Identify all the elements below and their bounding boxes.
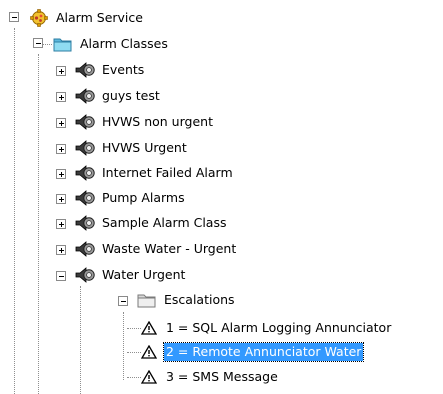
tree-line bbox=[127, 352, 141, 353]
open-folder-icon bbox=[52, 35, 74, 53]
alarm-speaker-icon bbox=[74, 87, 96, 105]
tree-node-label: Internet Failed Alarm bbox=[102, 165, 233, 180]
tree-node-label: Escalations bbox=[164, 292, 235, 307]
tree-node-label: Sample Alarm Class bbox=[102, 215, 227, 230]
tree-node-label: HVWS non urgent bbox=[102, 114, 213, 129]
warning-triangle-icon bbox=[140, 368, 158, 386]
expand-toggle[interactable] bbox=[56, 66, 66, 76]
tree-node-label: guys test bbox=[102, 88, 160, 103]
tree-node-label: HVWS Urgent bbox=[102, 140, 187, 155]
expand-toggle[interactable] bbox=[56, 118, 66, 128]
tree-node-escalation-item[interactable]: 1 = SQL Alarm Logging Annunciator bbox=[140, 318, 393, 338]
tree-line bbox=[127, 328, 141, 329]
open-folder-icon bbox=[136, 291, 158, 309]
alarm-speaker-icon bbox=[74, 164, 96, 182]
alarm-speaker-icon bbox=[74, 240, 96, 258]
tree-node-label: Pump Alarms bbox=[102, 190, 185, 205]
expand-toggle[interactable] bbox=[56, 245, 66, 255]
tree-node-alarm-class[interactable]: guys test bbox=[74, 86, 162, 106]
expand-toggle[interactable] bbox=[56, 92, 66, 102]
alarm-speaker-icon bbox=[74, 61, 96, 79]
alarm-speaker-icon bbox=[74, 266, 96, 284]
tree-node-alarm-class[interactable]: Sample Alarm Class bbox=[74, 213, 228, 233]
collapse-toggle[interactable] bbox=[9, 12, 19, 22]
tree-node-alarm-class[interactable]: HVWS non urgent bbox=[74, 112, 215, 132]
tree-node-label: 3 = SMS Message bbox=[166, 369, 278, 384]
warning-triangle-icon bbox=[140, 319, 158, 337]
tree-line bbox=[14, 28, 15, 394]
expand-toggle[interactable] bbox=[56, 169, 66, 179]
expand-toggle[interactable] bbox=[56, 144, 66, 154]
tree-node-label: Water Urgent bbox=[102, 267, 186, 282]
alarm-tree-view[interactable]: Alarm Service Alarm Classes Events guys t… bbox=[0, 0, 443, 394]
expand-toggle[interactable] bbox=[56, 194, 66, 204]
collapse-toggle[interactable] bbox=[118, 296, 128, 306]
tree-node-label: Waste Water - Urgent bbox=[102, 241, 237, 256]
tree-line bbox=[127, 377, 141, 378]
tree-node-label: Events bbox=[102, 62, 145, 77]
tree-node-alarm-class[interactable]: Internet Failed Alarm bbox=[74, 163, 235, 183]
tree-node-label: 2 = Remote Annunciator Water bbox=[162, 342, 365, 362]
alarm-speaker-icon bbox=[74, 214, 96, 232]
tree-node-alarm-class[interactable]: HVWS Urgent bbox=[74, 138, 189, 158]
tree-node-escalation-item[interactable]: 3 = SMS Message bbox=[140, 367, 280, 387]
alarm-speaker-icon bbox=[74, 113, 96, 131]
tree-node-alarm-classes[interactable]: Alarm Classes bbox=[52, 34, 170, 54]
alarm-speaker-icon bbox=[74, 189, 96, 207]
tree-node-label: Alarm Classes bbox=[80, 36, 168, 51]
collapse-toggle[interactable] bbox=[33, 38, 43, 48]
expand-toggle[interactable] bbox=[56, 219, 66, 229]
tree-node-label: 1 = SQL Alarm Logging Annunciator bbox=[166, 320, 392, 335]
tree-line bbox=[38, 54, 39, 394]
tree-node-alarm-service[interactable]: Alarm Service bbox=[28, 8, 145, 28]
gear-service-icon bbox=[28, 9, 50, 27]
collapse-toggle[interactable] bbox=[56, 271, 66, 281]
tree-node-label: Alarm Service bbox=[56, 10, 143, 25]
tree-node-alarm-class[interactable]: Waste Water - Urgent bbox=[74, 239, 238, 259]
tree-node-escalation-item[interactable]: 2 = Remote Annunciator Water bbox=[140, 342, 365, 362]
tree-line bbox=[80, 286, 81, 394]
tree-node-alarm-class[interactable]: Events bbox=[74, 60, 146, 80]
tree-line bbox=[42, 44, 52, 45]
alarm-speaker-icon bbox=[74, 139, 96, 157]
tree-node-alarm-class[interactable]: Water Urgent bbox=[74, 265, 187, 285]
tree-node-escalations[interactable]: Escalations bbox=[136, 290, 237, 310]
tree-line bbox=[123, 312, 124, 380]
tree-node-alarm-class[interactable]: Pump Alarms bbox=[74, 188, 187, 208]
warning-triangle-icon bbox=[140, 343, 158, 361]
